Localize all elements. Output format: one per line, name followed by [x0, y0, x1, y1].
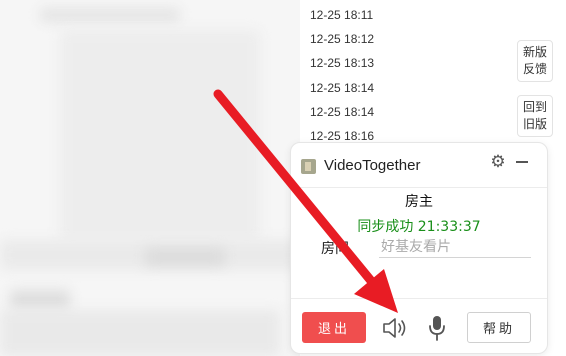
- help-button[interactable]: 帮助: [467, 312, 531, 343]
- back-to-old-version-button[interactable]: 回到 旧版: [517, 95, 553, 137]
- speaker-icon[interactable]: [381, 314, 411, 342]
- microphone-icon[interactable]: [425, 313, 449, 343]
- minimize-icon[interactable]: [516, 161, 528, 163]
- blurred-page-content: [0, 0, 300, 356]
- feedback-label-line2: 反馈: [522, 62, 547, 76]
- room-name-input[interactable]: [379, 236, 531, 258]
- panel-title: VideoTogether: [324, 157, 421, 174]
- timestamp: 12-25 18:12: [310, 32, 375, 47]
- new-version-feedback-button[interactable]: 新版 反馈: [517, 40, 553, 82]
- timestamp: 12-25 18:14: [310, 104, 375, 119]
- logo-icon: [301, 159, 316, 174]
- videotogether-panel: VideoTogether ⚙ 房主 同步成功 21:33:37 房间 退出 帮…: [290, 142, 548, 354]
- exit-button[interactable]: 退出: [302, 312, 366, 343]
- panel-header: VideoTogether ⚙: [291, 143, 547, 188]
- old-version-label-line1: 回到: [522, 100, 547, 114]
- old-version-label-line2: 旧版: [522, 117, 547, 131]
- feedback-label-line1: 新版: [522, 45, 547, 59]
- room-label: 房间: [321, 241, 349, 257]
- sync-status: 同步成功 21:33:37: [357, 219, 481, 235]
- room-role: 房主: [405, 194, 433, 210]
- timestamp: 12-25 18:11: [310, 8, 374, 22]
- timestamp: 12-25 18:13: [310, 56, 375, 71]
- timestamp: 12-25 18:14: [310, 80, 375, 95]
- panel-footer: 退出 帮助: [291, 298, 547, 355]
- gear-icon[interactable]: ⚙: [488, 152, 508, 172]
- timestamp-list: 12-25 18:11 12-25 18:12 12-25 18:13 12-2…: [310, 0, 400, 145]
